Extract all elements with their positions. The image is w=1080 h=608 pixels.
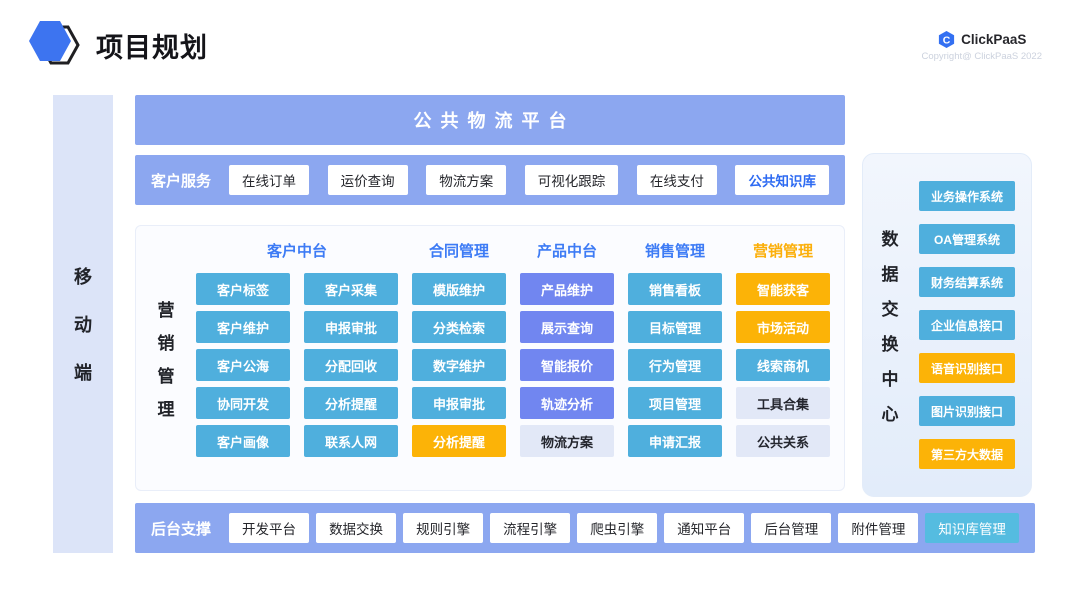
svg-text:C: C xyxy=(943,35,951,46)
top-banner: 公共物流平台 xyxy=(135,95,845,145)
customer-service-item: 公共知识库 xyxy=(735,165,829,195)
customer-service-item: 在线订单 xyxy=(229,165,309,195)
exchange-item: 企业信息接口 xyxy=(919,310,1015,340)
customer-service-item: 运价查询 xyxy=(328,165,408,195)
exchange-side-label-char: 据 xyxy=(882,260,899,285)
matrix-cell: 智能获客 xyxy=(736,273,830,305)
exchange-item: 财务结算系统 xyxy=(919,267,1015,297)
customer-service-item: 在线支付 xyxy=(637,165,717,195)
exchange-side-label-char: 中 xyxy=(882,365,899,390)
matrix-column-headers: 客户中台合同管理产品中台销售管理营销管理 xyxy=(196,239,830,261)
backend-support-item: 流程引擎 xyxy=(490,513,570,543)
matrix-cell: 客户标签 xyxy=(196,273,290,305)
matrix-cell: 线索商机 xyxy=(736,349,830,381)
exchange-item: 图片识别接口 xyxy=(919,396,1015,426)
matrix-cell: 分析提醒 xyxy=(304,387,398,419)
hexagon-logo-icon xyxy=(26,17,82,71)
matrix-cell: 产品维护 xyxy=(520,273,614,305)
exchange-side-label-char: 交 xyxy=(882,295,899,320)
matrix-side-label: 营销管理 xyxy=(136,226,196,490)
matrix-cell: 分类检索 xyxy=(412,311,506,343)
matrix-cell: 项目管理 xyxy=(628,387,722,419)
backend-support-item: 开发平台 xyxy=(229,513,309,543)
matrix-column-header: 客户中台 xyxy=(196,239,398,261)
matrix-column-header: 营销管理 xyxy=(736,239,830,261)
matrix-cell: 数字维护 xyxy=(412,349,506,381)
exchange-item: 业务操作系统 xyxy=(919,181,1015,211)
marketing-matrix-card: 营销管理 客户中台合同管理产品中台销售管理营销管理 客户标签客户采集模版维护产品… xyxy=(135,225,845,491)
exchange-item: OA管理系统 xyxy=(919,224,1015,254)
matrix-cell: 分析提醒 xyxy=(412,425,506,457)
matrix-grid: 客户标签客户采集模版维护产品维护销售看板智能获客客户维护申报审批分类检索展示查询… xyxy=(196,273,830,457)
matrix-cell: 联系人网 xyxy=(304,425,398,457)
matrix-column-header: 合同管理 xyxy=(412,239,506,261)
matrix-cell: 客户采集 xyxy=(304,273,398,305)
matrix-column-header: 产品中台 xyxy=(520,239,614,261)
matrix-cell: 申报审批 xyxy=(412,387,506,419)
backend-support-item: 知识库管理 xyxy=(925,513,1019,543)
matrix-cell: 销售看板 xyxy=(628,273,722,305)
top-banner-title: 公共物流平台 xyxy=(405,107,576,133)
backend-support-bar: 后台支撑 开发平台数据交换规则引擎流程引擎爬虫引擎通知平台后台管理附件管理知识库… xyxy=(135,503,1035,553)
matrix-side-label-char: 理 xyxy=(158,395,175,420)
exchange-items: 业务操作系统 OA管理系统财务结算系统企业信息接口语音识别接口图片识别接口第三方大… xyxy=(919,154,1015,496)
backend-support-item: 通知平台 xyxy=(664,513,744,543)
exchange-side-label-char: 换 xyxy=(882,330,899,355)
matrix-side-label-char: 销 xyxy=(158,329,175,354)
left-rail-label-char: 端 xyxy=(74,359,92,385)
exchange-side-label-char: 心 xyxy=(882,400,899,425)
matrix-cell: 模版维护 xyxy=(412,273,506,305)
customer-service-items: 在线订单运价查询物流方案可视化跟踪在线支付公共知识库 xyxy=(229,165,829,195)
clickpaas-logo-icon: C xyxy=(937,30,956,49)
backend-support-item: 数据交换 xyxy=(316,513,396,543)
brand-name: ClickPaaS xyxy=(961,32,1026,47)
matrix-cell: 申报审批 xyxy=(304,311,398,343)
customer-service-label: 客户服务 xyxy=(151,170,211,191)
project-plan-diagram: 项目规划 C ClickPaaS Copyright@ ClickPaaS 20… xyxy=(0,0,1080,608)
left-rail-label-char: 移 xyxy=(74,263,92,289)
matrix-cell: 公共关系 xyxy=(736,425,830,457)
backend-support-item: 后台管理 xyxy=(751,513,831,543)
matrix-side-label-char: 管 xyxy=(158,362,175,387)
exchange-item: 语音识别接口 xyxy=(919,353,1015,383)
matrix-cell: 物流方案 xyxy=(520,425,614,457)
matrix-cell: 智能报价 xyxy=(520,349,614,381)
exchange-item: 第三方大数据 xyxy=(919,439,1015,469)
data-exchange-panel: 数据交换中心 业务操作系统 OA管理系统财务结算系统企业信息接口语音识别接口图片识… xyxy=(862,153,1032,497)
brand-block: C ClickPaaS Copyright@ ClickPaaS 2022 xyxy=(921,30,1042,62)
matrix-cell: 目标管理 xyxy=(628,311,722,343)
customer-service-item: 可视化跟踪 xyxy=(525,165,619,195)
backend-support-items: 开发平台数据交换规则引擎流程引擎爬虫引擎通知平台后台管理附件管理知识库管理 xyxy=(229,513,1019,543)
matrix-cell: 工具合集 xyxy=(736,387,830,419)
matrix-column-header: 销售管理 xyxy=(628,239,722,261)
customer-service-bar: 客户服务 在线订单运价查询物流方案可视化跟踪在线支付公共知识库 xyxy=(135,155,845,205)
matrix-side-label-char: 营 xyxy=(158,296,175,321)
exchange-side-label: 数据交换中心 xyxy=(863,154,917,496)
backend-support-label: 后台支撑 xyxy=(151,518,211,539)
backend-support-item: 爬虫引擎 xyxy=(577,513,657,543)
exchange-side-label-char: 数 xyxy=(882,225,899,250)
left-rail-label-char: 动 xyxy=(74,311,92,337)
matrix-cell: 申请汇报 xyxy=(628,425,722,457)
backend-support-item: 规则引擎 xyxy=(403,513,483,543)
matrix-cell: 行为管理 xyxy=(628,349,722,381)
customer-service-item: 物流方案 xyxy=(426,165,506,195)
matrix-cell: 客户维护 xyxy=(196,311,290,343)
matrix-cell: 市场活动 xyxy=(736,311,830,343)
left-rail-mobile: 移动端 xyxy=(53,95,113,553)
page-title: 项目规划 xyxy=(96,26,208,65)
matrix-cell: 客户画像 xyxy=(196,425,290,457)
matrix-cell: 展示查询 xyxy=(520,311,614,343)
matrix-cell: 分配回收 xyxy=(304,349,398,381)
matrix-cell: 协同开发 xyxy=(196,387,290,419)
backend-support-item: 附件管理 xyxy=(838,513,918,543)
matrix-cell: 轨迹分析 xyxy=(520,387,614,419)
brand-copyright: Copyright@ ClickPaaS 2022 xyxy=(921,51,1042,62)
matrix-cell: 客户公海 xyxy=(196,349,290,381)
